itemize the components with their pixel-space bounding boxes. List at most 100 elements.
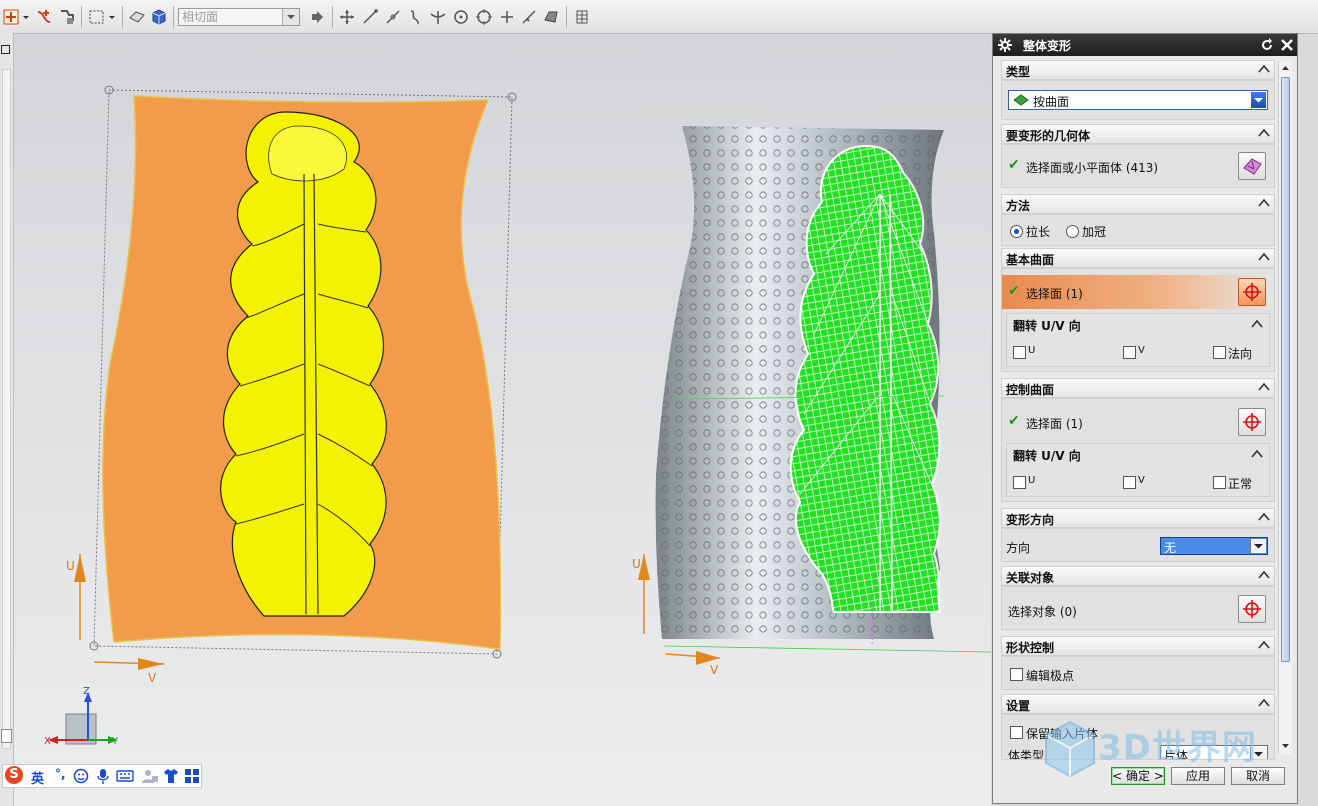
control-surface-select-text[interactable]: 选择面 (1) (1026, 415, 1083, 432)
chevron-up-icon[interactable] (1258, 511, 1270, 523)
edit-poles-checkbox[interactable] (1010, 668, 1023, 681)
snap-arc-center-icon[interactable] (452, 8, 470, 26)
user-tools-icon[interactable] (141, 768, 159, 784)
radio-stretch[interactable] (1010, 225, 1023, 238)
section-method-label: 方法 (1006, 199, 1031, 213)
toolbox-grid-icon[interactable] (184, 768, 200, 784)
arrow-right-icon[interactable] (308, 8, 326, 26)
chevron-up-icon[interactable] (1251, 448, 1263, 460)
mesh-model-right[interactable] (789, 144, 942, 613)
cube-icon[interactable] (150, 8, 168, 26)
snap-line-icon[interactable] (361, 8, 379, 26)
control-flip-normal-checkbox[interactable] (1213, 476, 1226, 489)
point-constructor-icon[interactable] (35, 8, 53, 26)
punctuation-icon[interactable]: °, (55, 767, 66, 781)
dropdown-arrow-icon[interactable] (22, 8, 30, 26)
select-facet-body-button[interactable] (1238, 152, 1266, 180)
ime-toolbar[interactable]: S 英 °, (2, 764, 202, 788)
scroll-up-icon[interactable] (1280, 62, 1291, 74)
control-flip-v-checkbox[interactable] (1123, 476, 1136, 489)
resource-bar-scroll-track[interactable] (2, 69, 11, 749)
direction-value: 无 (1164, 541, 1177, 555)
select-control-surface-button[interactable] (1238, 408, 1266, 436)
chevron-up-icon[interactable] (1258, 127, 1270, 139)
toolbar-separator (332, 6, 333, 28)
section-control-surface-header[interactable]: 控制曲面 (1001, 378, 1275, 398)
radio-crown[interactable] (1066, 225, 1079, 238)
selection-filter-dropdown[interactable]: 相切面 (178, 8, 300, 26)
snap-quadrant-icon[interactable] (475, 8, 493, 26)
section-control-surface-body: ✔ 选择面 (1) 翻转 U/V 向 U V 正常 (1001, 398, 1275, 502)
skin-shirt-icon[interactable] (163, 768, 179, 784)
section-base-surface-header[interactable]: 基本曲面 (1001, 248, 1275, 268)
section-settings-header[interactable]: 设置 (1001, 694, 1275, 714)
base-flip-normal-checkbox[interactable] (1213, 346, 1226, 359)
control-flip-normal-label: 正常 (1228, 477, 1253, 491)
snap-on-curve-icon[interactable] (520, 8, 538, 26)
resource-bar-window-icon[interactable] (1, 45, 10, 54)
keyboard-icon[interactable] (116, 769, 134, 783)
section-shape-control-header[interactable]: 形状控制 (1001, 636, 1275, 656)
chevron-up-icon[interactable] (1251, 318, 1263, 330)
chevron-up-icon[interactable] (1258, 197, 1270, 209)
model-scene: U V U V Z X Y (44, 85, 991, 747)
section-geometry-header[interactable]: 要变形的几何体 (1001, 124, 1275, 144)
base-flip-v-checkbox[interactable] (1123, 346, 1136, 359)
snap-existing-point-icon[interactable] (498, 8, 516, 26)
move-object-icon[interactable] (57, 8, 75, 26)
surface-type-icon (1013, 94, 1029, 106)
snap-intersection-icon[interactable] (429, 8, 447, 26)
section-method-header[interactable]: 方法 (1001, 194, 1275, 214)
grid-icon[interactable] (573, 8, 591, 26)
snap-endpoint-icon[interactable] (338, 8, 356, 26)
rectangle-select-icon[interactable] (88, 8, 106, 26)
chevron-down-icon[interactable] (282, 9, 299, 25)
control-flip-u-checkbox[interactable] (1013, 476, 1026, 489)
section-associated-header[interactable]: 关联对象 (1001, 566, 1275, 586)
chevron-down-icon[interactable] (1250, 539, 1266, 553)
emoji-icon[interactable] (73, 768, 89, 784)
select-base-surface-button[interactable] (1238, 278, 1266, 306)
snap-point-icon[interactable] (2, 8, 20, 26)
direction-dropdown[interactable]: 无 (1160, 537, 1268, 555)
dialog-title-bar[interactable]: 整体变形 (993, 34, 1297, 56)
chevron-up-icon[interactable] (1258, 381, 1270, 393)
chevron-up-icon[interactable] (1258, 697, 1270, 709)
scrollbar-thumb[interactable] (1281, 77, 1290, 662)
deselect-icon[interactable] (128, 8, 146, 26)
snap-midpoint-icon[interactable] (384, 8, 402, 26)
snap-control-icon[interactable] (406, 8, 424, 26)
base-surface-select-text[interactable]: 选择面 (1) (1026, 285, 1083, 302)
graphics-viewport[interactable]: U V U V Z X Y (14, 34, 991, 806)
base-flip-label: 翻转 U/V 向 (1013, 319, 1081, 333)
base-flip-u-checkbox[interactable] (1013, 346, 1026, 359)
section-associated-body: 选择对象 (0) (1001, 586, 1275, 630)
base-flip-subgroup: 翻转 U/V 向 U V 法向 (1006, 313, 1270, 367)
chevron-up-icon[interactable] (1258, 569, 1270, 581)
ime-language-toggle[interactable]: 英 (31, 768, 44, 787)
chevron-up-icon[interactable] (1258, 251, 1270, 263)
gear-icon[interactable] (997, 37, 1013, 53)
chevron-up-icon[interactable] (1258, 639, 1270, 651)
geometry-select-text[interactable]: 选择面或小平面体 (413) (1026, 159, 1158, 176)
view-triad[interactable]: Z X Y (44, 686, 119, 747)
reset-icon[interactable] (1259, 37, 1275, 53)
section-deform-dir-label: 变形方向 (1006, 513, 1055, 527)
section-deform-dir-header[interactable]: 变形方向 (1001, 508, 1275, 528)
select-object-button[interactable] (1238, 595, 1266, 623)
chevron-down-icon[interactable] (1251, 92, 1266, 108)
keep-input-checkbox[interactable] (1010, 726, 1023, 739)
type-dropdown[interactable]: 按曲面 (1008, 90, 1268, 110)
v-axis-label-left: V (148, 671, 157, 685)
radio-stretch-label: 拉长 (1026, 225, 1051, 239)
section-type-header[interactable]: 类型 (1001, 60, 1275, 80)
ime-logo[interactable]: S (5, 766, 23, 784)
snap-on-surface-icon[interactable] (542, 8, 560, 26)
dropdown-arrow-icon[interactable] (108, 8, 116, 26)
microphone-icon[interactable] (96, 768, 110, 784)
resource-bar-collapse-icon[interactable] (1, 729, 12, 743)
dialog-scrollbar[interactable] (1278, 61, 1292, 754)
close-icon[interactable] (1279, 37, 1295, 53)
chevron-up-icon[interactable] (1258, 63, 1270, 75)
associated-select-text[interactable]: 选择对象 (0) (1008, 603, 1077, 620)
